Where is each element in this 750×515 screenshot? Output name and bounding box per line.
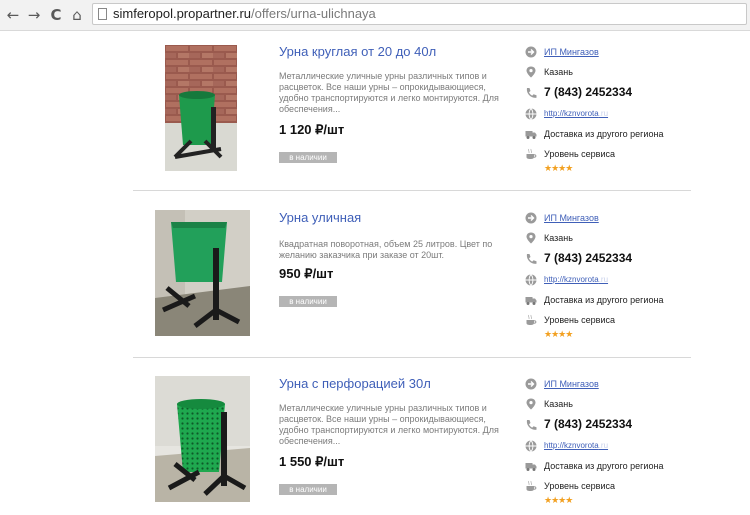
phone-row: 7 (843) 2452334 [525,85,691,101]
address-bar[interactable]: simferopol.propartner.ru/offers/urna-uli… [92,3,747,25]
phone-number[interactable]: 7 (843) 2452334 [544,85,632,99]
city-text: Казань [544,233,573,243]
website-link[interactable]: http://kznvorota.ru [544,273,608,287]
service-level-label: Уровень сервиса [544,481,615,491]
seller-row: ИП Мингазов [525,210,691,226]
city-text: Казань [544,399,573,409]
delivery-text: Доставка из другого региона [544,129,664,139]
arrow-circle-icon [525,46,537,58]
service-row: Уровень сервиса [525,312,691,328]
product-description: Квадратная поворотная, объем 25 литров. … [279,239,493,260]
phone-row: 7 (843) 2452334 [525,417,691,433]
rating-row: ★★★★ [525,330,691,346]
coffee-cup-icon [526,148,537,159]
product-price: 950 ₽/шт [279,266,334,281]
phone-number[interactable]: 7 (843) 2452334 [544,417,632,431]
phone-icon [526,254,537,264]
star-rating-icon: ★★★★ [544,330,573,340]
url-host: simferopol.propartner.ru [113,6,252,21]
phone-number[interactable]: 7 (843) 2452334 [544,251,632,265]
star-rating-icon: ★★★★ [544,496,573,506]
browser-toolbar: ← → C ⌂ simferopol.propartner.ru/offers/… [0,0,750,31]
service-row: Уровень сервиса [525,146,691,162]
product-photo[interactable] [155,210,250,336]
service-row: Уровень сервиса [525,478,691,494]
seller-link[interactable]: ИП Мингазов [544,211,599,225]
phone-icon [526,88,537,98]
arrow-circle-icon [525,212,537,224]
product-title[interactable]: Урна уличная [279,210,361,225]
product-photo[interactable] [165,45,237,171]
city-row: Казань [525,64,691,80]
listing-item: Урна уличная Квадратная поворотная, объе… [133,210,691,350]
star-rating-icon: ★★★★ [544,164,573,174]
in-stock-badge: в наличии [279,484,337,495]
website-link[interactable]: http://kznvorota.ru [544,107,608,121]
product-price: 1 550 ₽/шт [279,454,345,469]
truck-icon [525,463,537,471]
seller-row: ИП Мингазов [525,376,691,392]
page-icon [98,8,107,20]
location-pin-icon [526,232,536,244]
listing-divider [133,357,691,358]
product-photo[interactable] [155,376,250,502]
delivery-text: Доставка из другого региона [544,461,664,471]
product-description: Металлические уличные урны различных тип… [279,71,499,114]
coffee-cup-icon [526,314,537,325]
service-level-label: Уровень сервиса [544,149,615,159]
coffee-cup-icon [526,480,537,491]
location-pin-icon [526,66,536,78]
truck-icon [525,297,537,305]
seller-link[interactable]: ИП Мингазов [544,45,599,59]
delivery-row: Доставка из другого региона [525,458,691,474]
website-row: http://kznvorota.ru [525,438,691,454]
url-path: /offers/urna-ulichnaya [251,6,376,21]
seller-row: ИП Мингазов [525,44,691,60]
website-link[interactable]: http://kznvorota.ru [544,439,608,453]
phone-row: 7 (843) 2452334 [525,251,691,267]
in-stock-badge: в наличии [279,296,337,307]
city-row: Казань [525,230,691,246]
seller-link[interactable]: ИП Мингазов [544,377,599,391]
city-text: Казань [544,67,573,77]
location-pin-icon [526,398,536,410]
website-row: http://kznvorota.ru [525,272,691,288]
globe-icon [525,440,537,452]
arrow-circle-icon [525,378,537,390]
product-price: 1 120 ₽/шт [279,122,345,137]
rating-row: ★★★★ [525,164,691,180]
in-stock-badge: в наличии [279,152,337,163]
globe-icon [525,108,537,120]
website-row: http://kznvorota.ru [525,106,691,122]
reload-icon[interactable]: C [47,6,65,24]
city-row: Казань [525,396,691,412]
truck-icon [525,131,537,139]
forward-arrow-icon[interactable]: → [25,6,43,24]
rating-row: ★★★★ [525,496,691,512]
back-arrow-icon[interactable]: ← [4,6,22,24]
listing-item: Урна круглая от 20 до 40л Металлические … [133,44,691,184]
service-level-label: Уровень сервиса [544,315,615,325]
delivery-row: Доставка из другого региона [525,292,691,308]
listing-divider [133,190,691,191]
listing-item: Урна с перфорацией 30л Металлические ули… [133,376,691,515]
home-icon[interactable]: ⌂ [68,6,86,24]
delivery-text: Доставка из другого региона [544,295,664,305]
globe-icon [525,274,537,286]
phone-icon [526,420,537,430]
product-title[interactable]: Урна круглая от 20 до 40л [279,44,436,59]
product-title[interactable]: Урна с перфорацией 30л [279,376,431,391]
delivery-row: Доставка из другого региона [525,126,691,142]
url-text: simferopol.propartner.ru/offers/urna-uli… [113,6,376,22]
product-description: Металлические уличные урны различных тип… [279,403,499,446]
